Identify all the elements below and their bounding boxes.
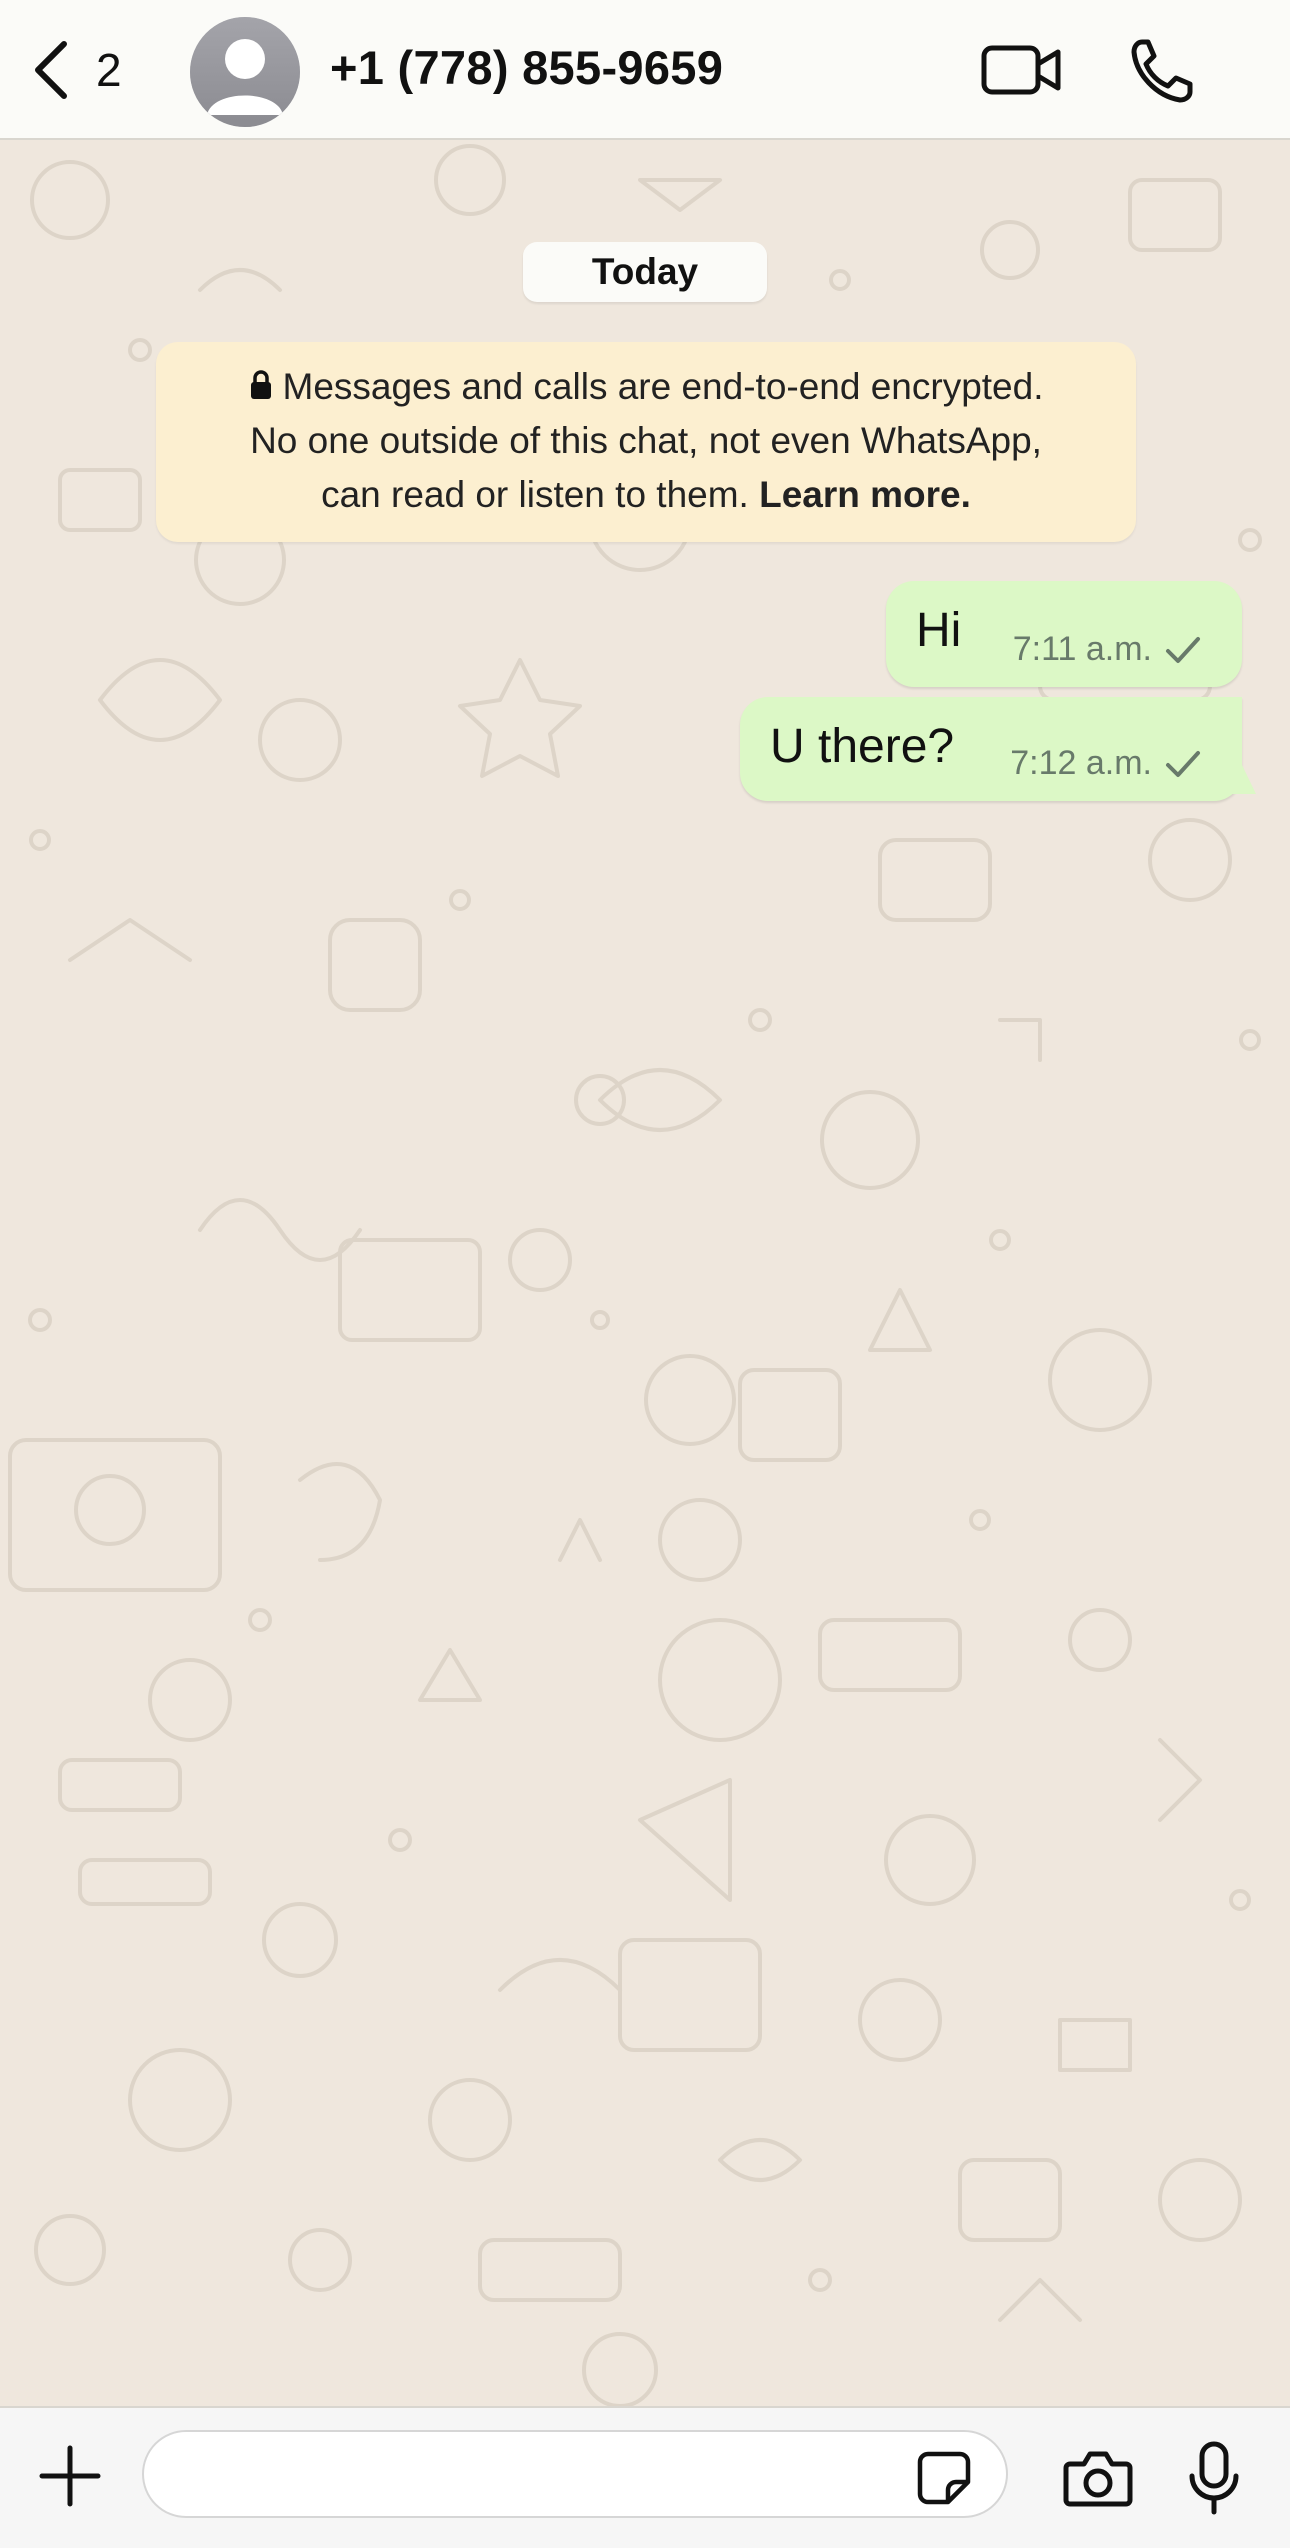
message-text: Hi <box>916 604 962 657</box>
sticker-icon[interactable] <box>914 2448 974 2508</box>
chat-header: 2 +1 (778) 855-9659 <box>0 0 1290 140</box>
back-button[interactable]: 2 <box>30 34 122 106</box>
unread-count: 2 <box>96 44 122 96</box>
avatar[interactable] <box>190 17 300 127</box>
chevron-left-icon <box>35 41 67 99</box>
encryption-line-1-text: Messages and calls are end-to-end encryp… <box>282 366 1044 407</box>
message-input[interactable] <box>142 2430 1008 2518</box>
contact-name[interactable]: +1 (778) 855-9659 <box>330 40 723 95</box>
date-divider: Today <box>523 242 767 302</box>
single-check-icon <box>1166 636 1200 663</box>
chat-area[interactable]: Today Messages and calls are end-to-end … <box>0 140 1290 2406</box>
camera-icon[interactable] <box>1062 2446 1134 2510</box>
encryption-notice[interactable]: Messages and calls are end-to-end encryp… <box>156 342 1136 542</box>
encryption-line-1: Messages and calls are end-to-end encryp… <box>186 360 1106 414</box>
encryption-line-2: No one outside of this chat, not even Wh… <box>250 420 1042 461</box>
phone-call-icon <box>1131 39 1193 103</box>
single-check-icon <box>1166 750 1200 777</box>
message-composer <box>0 2406 1290 2548</box>
message-bubble-outgoing[interactable]: U there? 7:12 a.m. <box>740 697 1242 801</box>
voice-call-button[interactable] <box>1128 34 1198 106</box>
message-time: 7:12 a.m. <box>1010 744 1152 782</box>
video-call-button[interactable] <box>980 34 1064 106</box>
message-time: 7:11 a.m. <box>1012 630 1152 668</box>
microphone-icon[interactable] <box>1188 2440 1240 2516</box>
encryption-line-3-text: can read or listen to them. <box>321 474 749 515</box>
message-bubble-outgoing[interactable]: Hi 7:11 a.m. <box>886 581 1242 687</box>
message-meta: 7:12 a.m. <box>1010 744 1204 783</box>
avatar-placeholder-icon <box>190 17 300 127</box>
video-call-icon <box>981 45 1061 95</box>
learn-more-link[interactable]: Learn more. <box>759 474 971 515</box>
message-meta: 7:11 a.m. <box>1013 630 1204 669</box>
encryption-line-3: can read or listen to them. Learn more. <box>186 468 1106 522</box>
plus-icon[interactable] <box>38 2444 102 2508</box>
bubble-tail <box>1230 740 1256 794</box>
message-text: U there? <box>770 720 955 773</box>
lock-icon <box>250 370 271 399</box>
